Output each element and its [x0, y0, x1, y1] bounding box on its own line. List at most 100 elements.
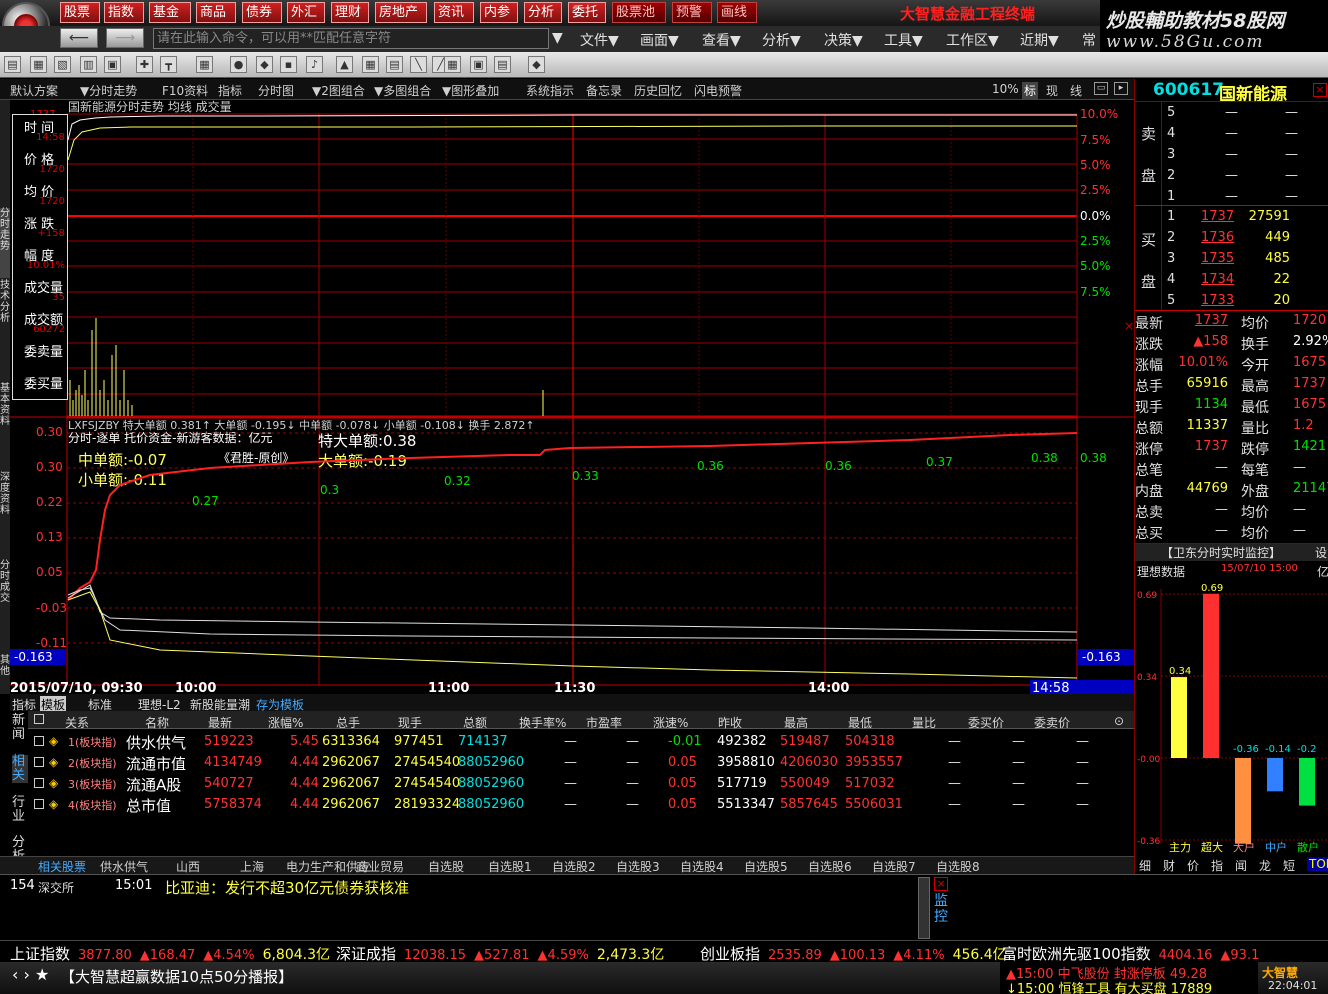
forward-arrow-icon[interactable]: ⟶	[106, 28, 144, 48]
cell-name[interactable]: 流通市值	[126, 753, 186, 774]
main-menu-item[interactable]: 画面▼	[640, 30, 679, 50]
top-menu-item[interactable]: 指数	[104, 2, 144, 23]
alert-icon[interactable]: ▲	[336, 56, 353, 73]
buy-price[interactable]: 1735	[1201, 251, 1234, 266]
table-header-cell[interactable]: 现手	[398, 714, 422, 731]
row-checkbox[interactable]	[34, 736, 44, 746]
table-header-cell[interactable]: 委卖价	[1034, 714, 1070, 731]
main-menu-item[interactable]: 工具▼	[884, 30, 923, 50]
bottom-tab[interactable]: 自选股6	[808, 858, 852, 875]
side-tab[interactable]: 行业	[12, 796, 28, 824]
main-menu-item[interactable]: 工作区▼	[946, 30, 999, 50]
diamond-icon[interactable]: ◆	[256, 56, 273, 73]
indicator-icon[interactable]: ●	[230, 56, 247, 73]
ticker-item[interactable]: 上证指数 3877.80 ▲168.47 ▲4.54% 6,804.3亿	[10, 943, 330, 964]
ticker-item[interactable]: 深证成指 12038.15 ▲527.81 ▲4.59% 2,473.3亿	[336, 943, 664, 964]
top-menu-item-dark[interactable]: 预警	[672, 2, 712, 23]
ticker-item[interactable]: 富时欧洲先驱100指数 4404.16 ▲93.1	[1002, 943, 1259, 964]
main-menu-item[interactable]: 决策▼	[824, 30, 863, 50]
sell-price[interactable]: —	[1225, 189, 1238, 204]
vertical-tab[interactable]: 分时走势	[0, 208, 10, 278]
panel-close-icon[interactable]: ×	[1124, 319, 1134, 333]
panel-bottom-tab[interactable]: 价	[1187, 857, 1199, 874]
view-tab[interactable]: 备忘录	[586, 82, 622, 99]
table-header-cell[interactable]: 委买价	[968, 714, 1004, 731]
buy-price[interactable]: 1737	[1201, 209, 1234, 224]
top-menu-item[interactable]: 基金	[149, 2, 191, 23]
draw-line-icon[interactable]: ╲	[410, 56, 427, 73]
table-header-cell[interactable]: 最低	[848, 714, 872, 731]
view-tab[interactable]: 系统指示	[526, 82, 574, 99]
bottom-tab[interactable]: 自选股1	[488, 858, 532, 875]
bottom-tab[interactable]: 自选股5	[744, 858, 788, 875]
top-menu-item[interactable]: 分析	[524, 2, 562, 23]
main-menu-item[interactable]: 近期▼	[1020, 30, 1059, 50]
folder-icon[interactable]: ▤	[4, 56, 21, 73]
cell-name[interactable]: 总市值	[126, 795, 171, 816]
top-menu-item[interactable]: 委托	[568, 2, 606, 23]
table-header-cell[interactable]: 涨幅%	[268, 714, 303, 731]
broadcast-text[interactable]: 【大智慧超赢数据10点50分播报】	[60, 966, 293, 987]
bottom-tab[interactable]: 上海	[240, 858, 264, 875]
table-header-cell[interactable]: 总手	[336, 714, 360, 731]
command-dropdown-icon[interactable]: ▼	[552, 30, 563, 46]
buy-price[interactable]: 1736	[1201, 230, 1234, 245]
grid-icon[interactable]: ▧	[54, 56, 71, 73]
table-header-cell[interactable]: 总额	[463, 714, 487, 731]
panel-bottom-tab[interactable]: 闻	[1235, 857, 1247, 874]
view-tab[interactable]: 指标	[218, 82, 242, 99]
top-menu-item[interactable]: 外汇	[287, 2, 325, 23]
row-checkbox[interactable]	[34, 757, 44, 767]
back-arrow-icon[interactable]: ⟵	[60, 28, 98, 48]
bottom-tab[interactable]: 自选股2	[552, 858, 596, 875]
ticker-item[interactable]: 创业板指 2535.89 ▲100.13 ▲4.11% 456.4亿	[700, 943, 1007, 964]
monitor-side-tab[interactable]: 监控	[934, 893, 948, 925]
table-header-cell[interactable]: 涨速%	[653, 714, 688, 731]
vertical-tab[interactable]: 其他	[0, 655, 10, 695]
top-menu-item[interactable]: 股票	[60, 2, 100, 23]
export-icon[interactable]: ▤	[494, 56, 511, 73]
table-header-cell[interactable]: 最高	[784, 714, 808, 731]
list-icon[interactable]: ▣	[104, 56, 121, 73]
vertical-tab[interactable]: 深度资料	[0, 472, 10, 558]
news-headline[interactable]: 比亚迪：发行不超30亿元债券获核准	[165, 877, 409, 898]
vertical-tab[interactable]: 分时成交	[0, 560, 10, 653]
panel-close-icon[interactable]: ×	[1313, 83, 1327, 97]
window-icon[interactable]: ▭	[1094, 82, 1108, 95]
calendar-icon[interactable]: ▦	[362, 56, 379, 73]
news-scrollbar[interactable]	[918, 877, 930, 939]
bell-icon[interactable]: ♪	[306, 56, 323, 73]
nav-arrows-icon[interactable]: ‹ › ★	[12, 965, 49, 984]
view-tab[interactable]: ▼多图组合	[374, 82, 431, 99]
view-tab[interactable]: 闪电预警	[694, 82, 742, 99]
sell-price[interactable]: —	[1225, 168, 1238, 183]
target-icon[interactable]: ◆	[528, 56, 545, 73]
bottom-tab[interactable]: 自选股	[428, 858, 464, 875]
chart-mode-tab[interactable]: 10%	[992, 82, 1019, 96]
panel-bottom-tab[interactable]: 指	[1211, 857, 1223, 874]
top-menu-item[interactable]: 理财	[331, 2, 369, 23]
select-all-checkbox[interactable]	[34, 714, 44, 724]
cell-name[interactable]: 流通A股	[126, 774, 181, 795]
sell-price[interactable]: —	[1225, 147, 1238, 162]
select-icon[interactable]: ▦	[196, 56, 213, 73]
top-menu-item[interactable]: 商品	[196, 2, 236, 23]
row-checkbox[interactable]	[34, 778, 44, 788]
table-header-cell[interactable]: 量比	[912, 714, 936, 731]
panel-bottom-tab[interactable]: 短	[1283, 857, 1295, 874]
view-tab[interactable]: F10资料	[162, 82, 208, 99]
table-header-cell[interactable]: 换手率%	[519, 714, 566, 731]
table-header-cell[interactable]: 关系	[65, 714, 89, 731]
table-icon[interactable]: ▤	[386, 56, 403, 73]
bottom-tab[interactable]: 山西	[176, 858, 200, 875]
chart-mode-tab[interactable]: 线	[1070, 82, 1082, 99]
table-header-cell[interactable]: 名称	[145, 714, 169, 731]
tline-icon[interactable]: ┳	[160, 56, 177, 73]
chart-mode-tab[interactable]: 现	[1046, 82, 1058, 99]
sell-price[interactable]: —	[1225, 126, 1238, 141]
side-tab[interactable]: 相关	[12, 755, 28, 783]
vertical-tab[interactable]: 技术分析	[0, 280, 10, 380]
table-header-cell[interactable]: 最新	[208, 714, 232, 731]
bottom-tab[interactable]: 自选股8	[936, 858, 980, 875]
main-menu-item[interactable]: 查看▼	[702, 30, 741, 50]
